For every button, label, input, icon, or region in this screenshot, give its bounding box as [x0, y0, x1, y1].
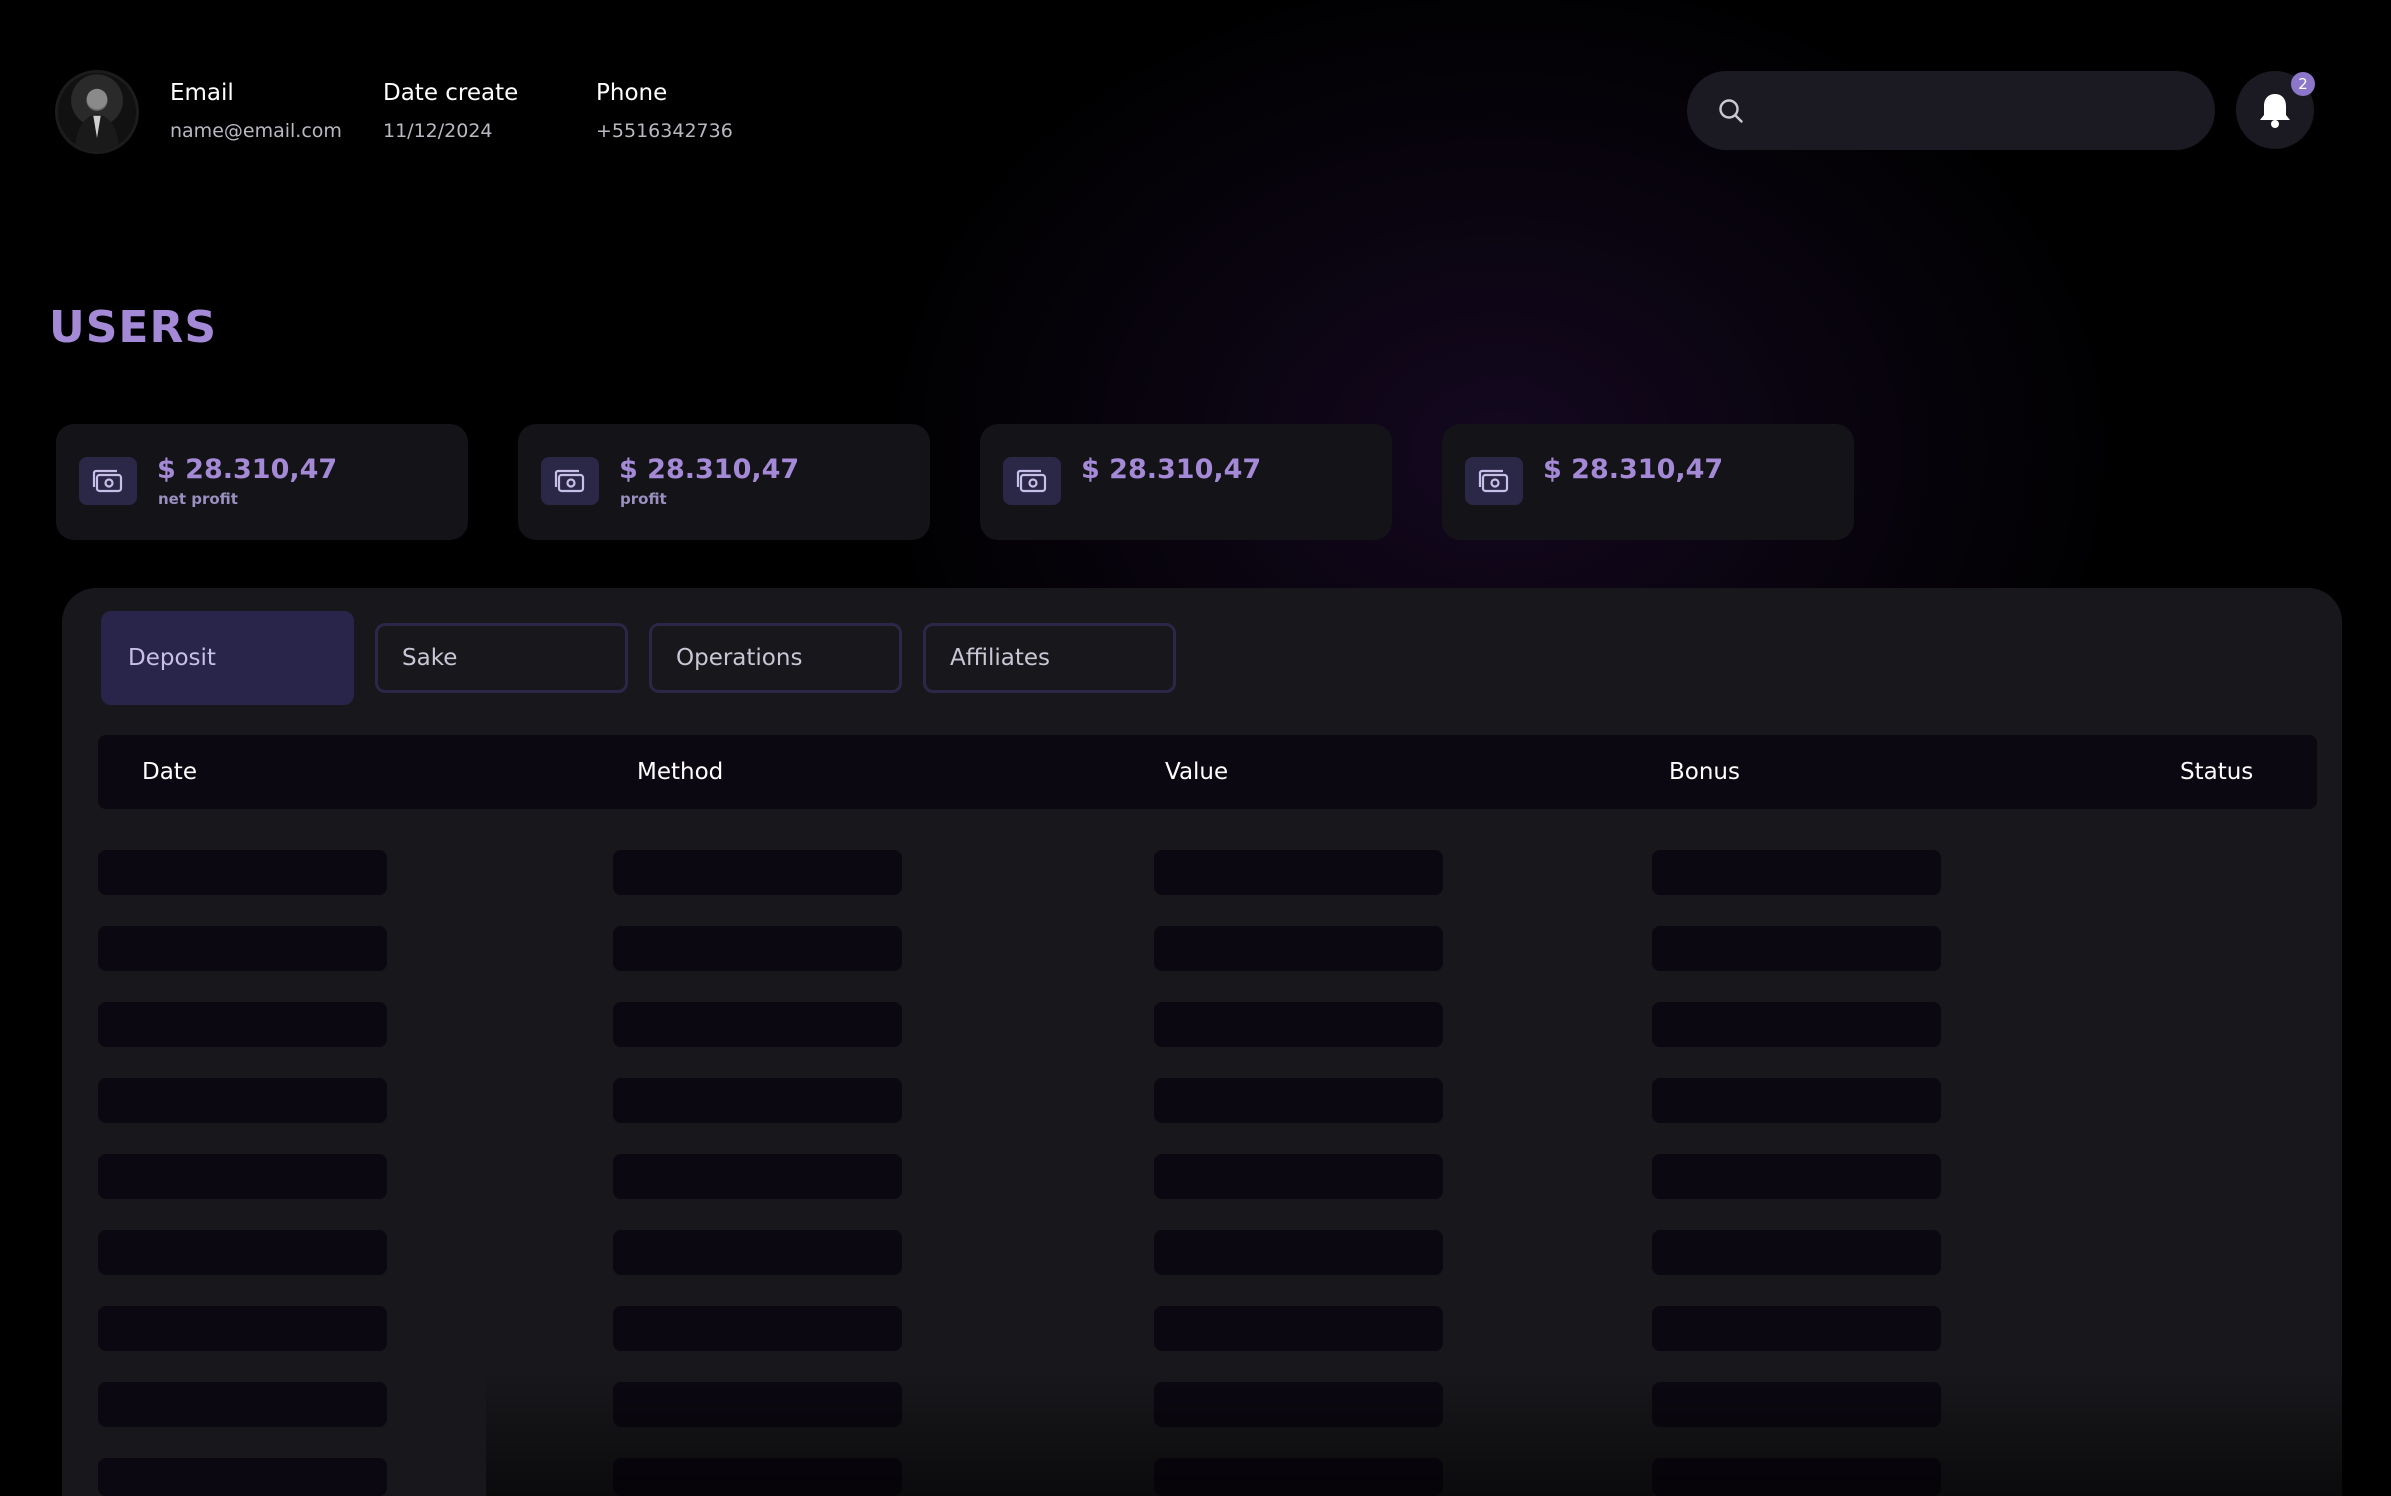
- search-icon: [1719, 98, 1743, 123]
- skeleton-cell-method: [613, 1306, 902, 1351]
- avatar[interactable]: [55, 70, 139, 154]
- column-header-value[interactable]: Value: [1165, 759, 1228, 785]
- skeleton-cell-method: [613, 850, 902, 895]
- email-info: Email name@email.com: [170, 80, 342, 142]
- search-bar[interactable]: [1687, 71, 2215, 150]
- skeleton-cell-value: [1154, 1154, 1443, 1199]
- skeleton-cell-date: [98, 850, 387, 895]
- search-input[interactable]: [1761, 98, 2181, 123]
- tab-deposit[interactable]: Deposit: [101, 611, 354, 705]
- date-create-label: Date create: [383, 80, 519, 106]
- skeleton-cell-bonus: [1652, 1002, 1941, 1047]
- phone-label: Phone: [596, 80, 668, 106]
- skeleton-cell-date: [98, 1306, 387, 1351]
- stat-amount: $ 28.310,47: [619, 454, 800, 485]
- skeleton-cell-value: [1154, 1382, 1443, 1427]
- tab-sake[interactable]: Sake: [375, 623, 628, 693]
- skeleton-cell-date: [98, 926, 387, 971]
- skeleton-cell-date: [98, 1154, 387, 1199]
- tab-affiliates[interactable]: Affiliates: [923, 623, 1176, 693]
- stat-amount: $ 28.310,47: [1543, 454, 1724, 485]
- skeleton-cell-value: [1154, 1458, 1443, 1496]
- tab-operations[interactable]: Operations: [649, 623, 902, 693]
- skeleton-cell-bonus: [1652, 1154, 1941, 1199]
- date-create-info: Date create 11/12/2024: [383, 80, 518, 142]
- skeleton-cell-date: [98, 1458, 387, 1496]
- stat-label: net profit: [158, 490, 238, 508]
- skeleton-cell-value: [1154, 850, 1443, 895]
- skeleton-cell-bonus: [1652, 1382, 1941, 1427]
- skeleton-cell-value: [1154, 1306, 1443, 1351]
- date-create-value: 11/12/2024: [383, 120, 493, 142]
- email-value: name@email.com: [170, 120, 342, 142]
- users-page: Email name@email.com Date create 11/12/2…: [0, 0, 2391, 1496]
- skeleton-cell-bonus: [1652, 850, 1941, 895]
- money-icon: [1003, 457, 1061, 505]
- skeleton-cell-method: [613, 1458, 902, 1496]
- skeleton-cell-value: [1154, 1002, 1443, 1047]
- skeleton-cell-value: [1154, 926, 1443, 971]
- skeleton-cell-method: [613, 1154, 902, 1199]
- email-label: Email: [170, 80, 234, 106]
- skeleton-cell-date: [98, 1002, 387, 1047]
- money-icon: [541, 457, 599, 505]
- stat-label: profit: [620, 490, 667, 508]
- person-icon: [74, 88, 120, 151]
- column-header-method[interactable]: Method: [637, 759, 723, 785]
- column-header-status[interactable]: Status: [2180, 759, 2253, 785]
- skeleton-cell-date: [98, 1230, 387, 1275]
- skeleton-cell-bonus: [1652, 1458, 1941, 1496]
- skeleton-cell-value: [1154, 1230, 1443, 1275]
- skeleton-cell-method: [613, 1002, 902, 1047]
- stat-amount: $ 28.310,47: [1081, 454, 1262, 485]
- skeleton-cell-method: [613, 1078, 902, 1123]
- stat-card-4: $ 28.310,47: [1442, 424, 1854, 540]
- phone-value: +5516342736: [596, 120, 733, 142]
- stat-amount: $ 28.310,47: [157, 454, 338, 485]
- column-header-bonus[interactable]: Bonus: [1669, 759, 1740, 785]
- notification-count-badge: 2: [2291, 72, 2315, 96]
- skeleton-cell-method: [613, 926, 902, 971]
- money-icon: [79, 457, 137, 505]
- skeleton-cell-method: [613, 1382, 902, 1427]
- bell-icon: [2260, 94, 2290, 128]
- skeleton-cell-bonus: [1652, 1230, 1941, 1275]
- skeleton-cell-date: [98, 1078, 387, 1123]
- skeleton-cell-bonus: [1652, 1306, 1941, 1351]
- skeleton-cell-method: [613, 1230, 902, 1275]
- skeleton-cell-bonus: [1652, 1078, 1941, 1123]
- skeleton-cell-bonus: [1652, 926, 1941, 971]
- column-header-date[interactable]: Date: [142, 759, 197, 785]
- phone-info: Phone +5516342736: [596, 80, 733, 142]
- stat-card-profit: $ 28.310,47 profit: [518, 424, 930, 540]
- table-header: Date Method Value Bonus Status: [98, 735, 2317, 809]
- skeleton-cell-date: [98, 1382, 387, 1427]
- page-title: USERS: [49, 302, 218, 353]
- skeleton-cell-value: [1154, 1078, 1443, 1123]
- stat-card-3: $ 28.310,47: [980, 424, 1392, 540]
- stat-card-net-profit: $ 28.310,47 net profit: [56, 424, 468, 540]
- money-icon: [1465, 457, 1523, 505]
